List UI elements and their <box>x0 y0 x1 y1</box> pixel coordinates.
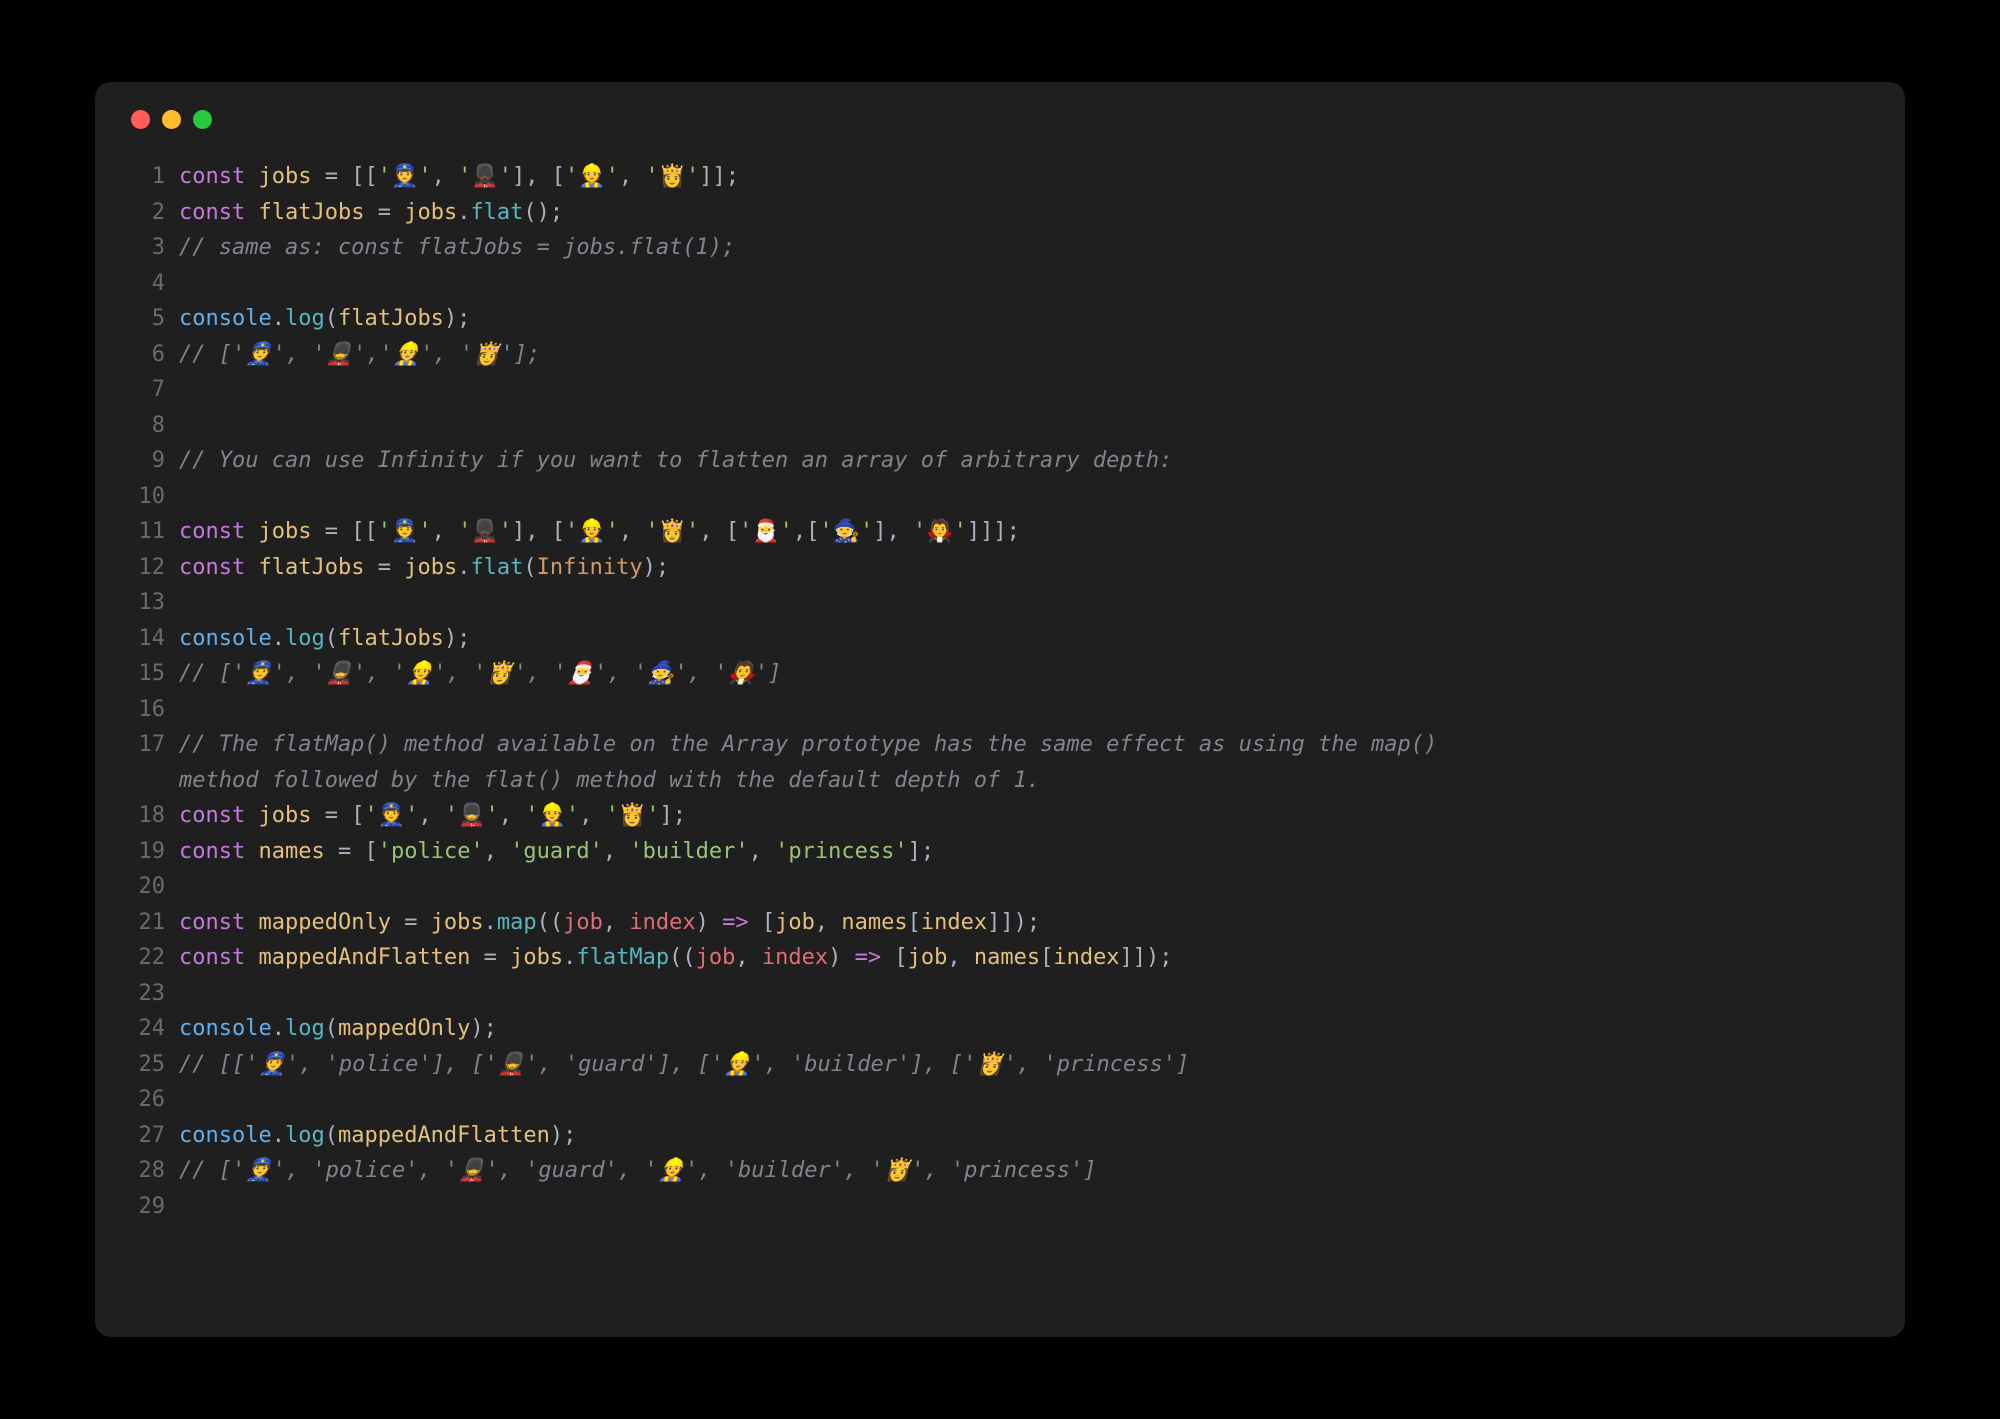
line-number: 18 <box>131 798 179 834</box>
code-line[interactable]: 16 <box>131 692 1869 728</box>
code-content[interactable]: const mappedOnly = jobs.map((job, index)… <box>179 905 1869 941</box>
code-content[interactable]: const flatJobs = jobs.flat(); <box>179 195 1869 231</box>
code-content[interactable] <box>179 692 1869 728</box>
code-content[interactable] <box>179 266 1869 302</box>
code-line[interactable]: 22const mappedAndFlatten = jobs.flatMap(… <box>131 940 1869 976</box>
code-content[interactable]: // ['👮', '💂', '👷', '👸', '🎅', '🧙', '🧛'] <box>179 656 1869 692</box>
code-line[interactable]: 2const flatJobs = jobs.flat(); <box>131 195 1869 231</box>
line-number: 7 <box>131 372 179 408</box>
code-content[interactable] <box>179 585 1869 621</box>
code-line[interactable]: 28// ['👮', 'police', '💂', 'guard', '👷', … <box>131 1153 1869 1189</box>
code-content[interactable]: console.log(mappedAndFlatten); <box>179 1118 1869 1154</box>
code-content[interactable]: const jobs = [['👮', '💂🏿'], ['👷', '👸']]; <box>179 159 1869 195</box>
line-number: 26 <box>131 1082 179 1118</box>
line-number <box>131 763 179 799</box>
code-content[interactable]: // [['👮', 'police'], ['💂', 'guard'], ['👷… <box>179 1047 1869 1083</box>
code-content[interactable]: const mappedAndFlatten = jobs.flatMap((j… <box>179 940 1869 976</box>
code-line[interactable]: 20 <box>131 869 1869 905</box>
line-number: 23 <box>131 976 179 1012</box>
line-number: 27 <box>131 1118 179 1154</box>
line-number: 22 <box>131 940 179 976</box>
maximize-icon[interactable] <box>193 110 212 129</box>
code-content[interactable]: // ['👮', '💂','👷', '👸']; <box>179 337 1869 373</box>
line-number: 12 <box>131 550 179 586</box>
code-content[interactable]: const flatJobs = jobs.flat(Infinity); <box>179 550 1869 586</box>
line-number: 21 <box>131 905 179 941</box>
code-line[interactable]: 4 <box>131 266 1869 302</box>
line-number: 10 <box>131 479 179 515</box>
code-line[interactable]: 7 <box>131 372 1869 408</box>
line-number: 4 <box>131 266 179 302</box>
code-line[interactable]: 21const mappedOnly = jobs.map((job, inde… <box>131 905 1869 941</box>
code-content[interactable]: const names = ['police', 'guard', 'build… <box>179 834 1869 870</box>
editor-window: 1const jobs = [['👮', '💂🏿'], ['👷', '👸']];… <box>95 82 1905 1337</box>
code-line[interactable]: 12const flatJobs = jobs.flat(Infinity); <box>131 550 1869 586</box>
line-number: 8 <box>131 408 179 444</box>
code-line[interactable]: 19const names = ['police', 'guard', 'bui… <box>131 834 1869 870</box>
code-line[interactable]: 25// [['👮', 'police'], ['💂', 'guard'], [… <box>131 1047 1869 1083</box>
line-number: 28 <box>131 1153 179 1189</box>
line-number: 19 <box>131 834 179 870</box>
code-content[interactable]: console.log(flatJobs); <box>179 301 1869 337</box>
code-line[interactable]: 1const jobs = [['👮', '💂🏿'], ['👷', '👸']]; <box>131 159 1869 195</box>
code-line[interactable]: 13 <box>131 585 1869 621</box>
code-content[interactable]: console.log(flatJobs); <box>179 621 1869 657</box>
code-content[interactable]: const jobs = ['👮', '💂', '👷', '👸']; <box>179 798 1869 834</box>
code-content[interactable]: method followed by the flat() method wit… <box>179 763 1869 799</box>
line-number: 2 <box>131 195 179 231</box>
code-content[interactable]: // The flatMap() method available on the… <box>179 727 1869 763</box>
code-line[interactable]: 3// same as: const flatJobs = jobs.flat(… <box>131 230 1869 266</box>
line-number: 16 <box>131 692 179 728</box>
line-number: 6 <box>131 337 179 373</box>
code-content[interactable] <box>179 976 1869 1012</box>
code-line[interactable]: 23 <box>131 976 1869 1012</box>
code-line[interactable]: 15// ['👮', '💂', '👷', '👸', '🎅', '🧙', '🧛'] <box>131 656 1869 692</box>
line-number: 17 <box>131 727 179 763</box>
code-line[interactable]: 6// ['👮', '💂','👷', '👸']; <box>131 337 1869 373</box>
line-number: 20 <box>131 869 179 905</box>
line-number: 25 <box>131 1047 179 1083</box>
code-line[interactable]: 27console.log(mappedAndFlatten); <box>131 1118 1869 1154</box>
code-line[interactable]: 5console.log(flatJobs); <box>131 301 1869 337</box>
code-line[interactable]: 17// The flatMap() method available on t… <box>131 727 1869 763</box>
code-line[interactable]: 11const jobs = [['👮', '💂🏿'], ['👷', '👸', … <box>131 514 1869 550</box>
code-line[interactable]: 8 <box>131 408 1869 444</box>
line-number: 24 <box>131 1011 179 1047</box>
code-content[interactable] <box>179 479 1869 515</box>
line-number: 11 <box>131 514 179 550</box>
line-number: 13 <box>131 585 179 621</box>
code-line[interactable]: 26 <box>131 1082 1869 1118</box>
code-line[interactable]: 18const jobs = ['👮', '💂', '👷', '👸']; <box>131 798 1869 834</box>
line-number: 14 <box>131 621 179 657</box>
code-line[interactable]: 29 <box>131 1189 1869 1225</box>
line-number: 15 <box>131 656 179 692</box>
code-content[interactable]: // ['👮', 'police', '💂', 'guard', '👷', 'b… <box>179 1153 1869 1189</box>
code-content[interactable] <box>179 408 1869 444</box>
code-line[interactable]: 14console.log(flatJobs); <box>131 621 1869 657</box>
line-number: 3 <box>131 230 179 266</box>
line-number: 5 <box>131 301 179 337</box>
code-line-wrap[interactable]: method followed by the flat() method wit… <box>131 763 1869 799</box>
code-block[interactable]: 1const jobs = [['👮', '💂🏿'], ['👷', '👸']];… <box>131 159 1869 1224</box>
code-line[interactable]: 9// You can use Infinity if you want to … <box>131 443 1869 479</box>
code-content[interactable] <box>179 869 1869 905</box>
code-content[interactable]: // same as: const flatJobs = jobs.flat(1… <box>179 230 1869 266</box>
code-line[interactable]: 10 <box>131 479 1869 515</box>
line-number: 9 <box>131 443 179 479</box>
close-icon[interactable] <box>131 110 150 129</box>
minimize-icon[interactable] <box>162 110 181 129</box>
line-number: 1 <box>131 159 179 195</box>
code-content[interactable] <box>179 1189 1869 1225</box>
code-content[interactable]: console.log(mappedOnly); <box>179 1011 1869 1047</box>
window-controls <box>131 110 1869 129</box>
code-content[interactable]: // You can use Infinity if you want to f… <box>179 443 1869 479</box>
code-content[interactable] <box>179 372 1869 408</box>
line-number: 29 <box>131 1189 179 1225</box>
code-content[interactable]: const jobs = [['👮', '💂🏿'], ['👷', '👸', ['… <box>179 514 1869 550</box>
code-content[interactable] <box>179 1082 1869 1118</box>
code-line[interactable]: 24console.log(mappedOnly); <box>131 1011 1869 1047</box>
